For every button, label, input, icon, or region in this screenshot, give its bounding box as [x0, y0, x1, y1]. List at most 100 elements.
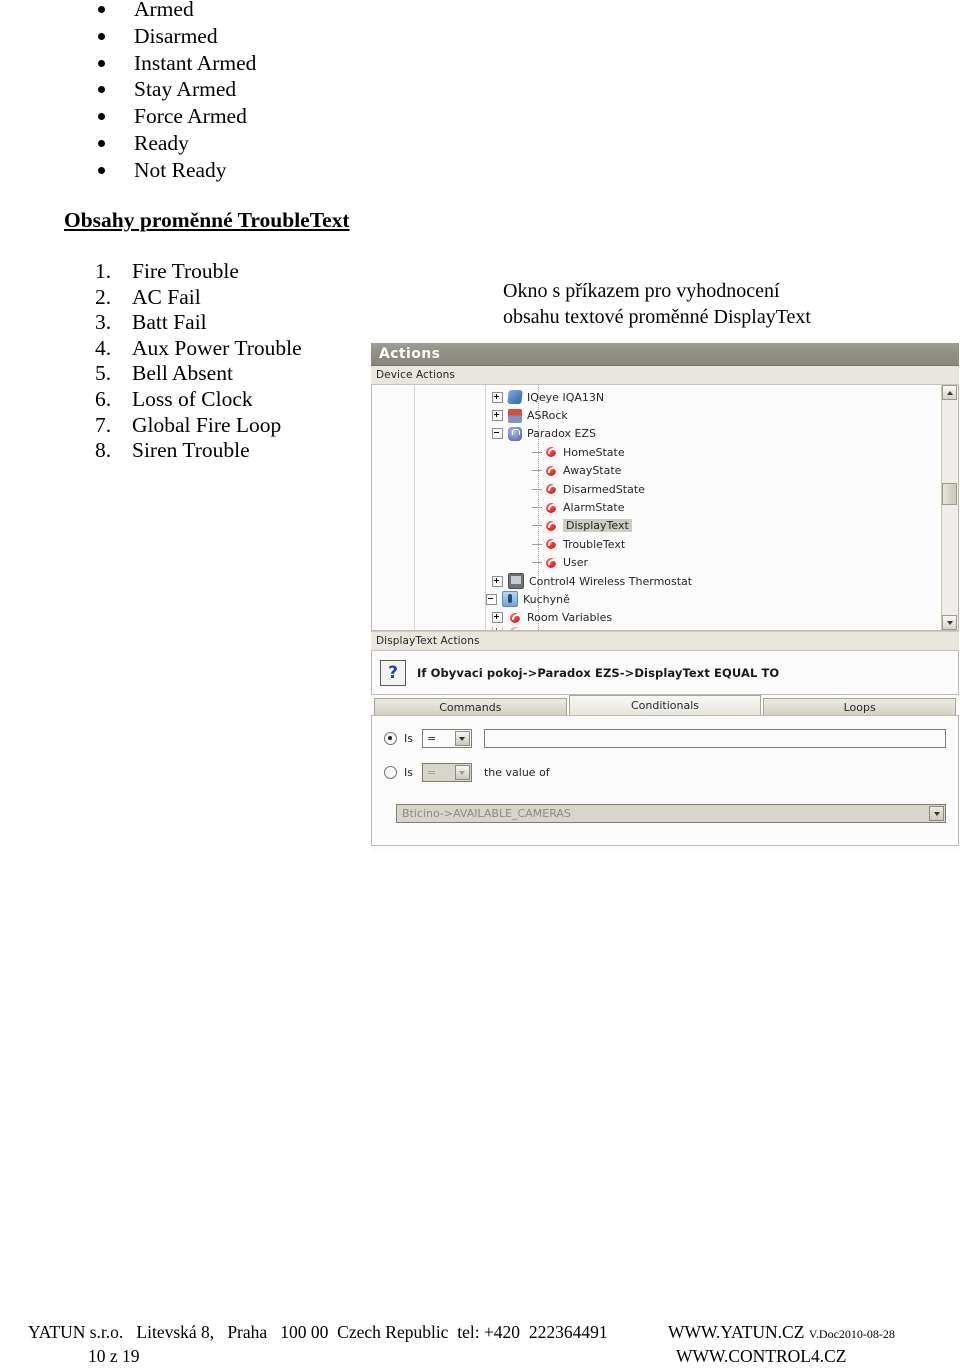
- expand-plus-icon[interactable]: [492, 612, 503, 624]
- tree-branch-line: [532, 470, 542, 472]
- scrollbar-thumb[interactable]: [942, 483, 957, 505]
- collapse-minus-icon[interactable]: [492, 428, 503, 440]
- room-icon: [502, 591, 518, 608]
- tree-item-user[interactable]: User: [486, 554, 941, 572]
- tree-item-disarmedstate[interactable]: DisarmedState: [486, 480, 941, 498]
- section-heading: Obsahy proměnné TroubleText: [64, 208, 350, 232]
- list-item-label: Siren Trouble: [132, 438, 250, 463]
- actions-window-screenshot: Actions Device Actions IQeye IQA13N ASRo…: [371, 343, 959, 851]
- variable-source-value: Bticino->AVAILABLE_CAMERAS: [402, 807, 571, 820]
- condition-option-variable[interactable]: Is = the value of: [384, 763, 946, 782]
- list-item-label: Loss of Clock: [132, 386, 253, 411]
- states-bullet-list: Armed Disarmed Instant Armed Stay Armed …: [92, 0, 256, 184]
- tree-item-troubletext[interactable]: TroubleText: [486, 535, 941, 553]
- bullet-icon: [98, 86, 105, 94]
- list-item-label: Stay Armed: [134, 77, 237, 102]
- list-item: Ready: [92, 130, 256, 157]
- list-item-label: AC Fail: [132, 284, 201, 309]
- condition-summary-row[interactable]: ? If Obyvaci pokoj->Paradox EZS->Display…: [371, 651, 959, 695]
- tab-conditionals[interactable]: Conditionals: [568, 695, 762, 715]
- tree-item-label: Kuchyně: [523, 592, 570, 606]
- tree-item-iqeye[interactable]: IQeye IQA13N: [486, 388, 941, 406]
- expand-plus-icon[interactable]: [492, 410, 503, 422]
- tree-item-label: AwayState: [563, 464, 622, 478]
- radio-variable-value[interactable]: [384, 766, 397, 779]
- expand-plus-icon[interactable]: [492, 391, 503, 403]
- footer-company: YATUN s.r.o.: [28, 1322, 124, 1342]
- list-item-number: 3.: [95, 310, 112, 335]
- list-item-label: Instant Armed: [134, 50, 257, 75]
- bullet-icon: [98, 59, 105, 67]
- tree-item-label: User: [563, 556, 589, 570]
- list-item-label: Batt Fail: [132, 310, 207, 335]
- tab-commands[interactable]: Commands: [374, 698, 567, 715]
- operator-value: =: [426, 766, 437, 779]
- document-page: Armed Disarmed Instant Armed Stay Armed …: [0, 0, 960, 1369]
- tree-item-label: Paradox EZS: [527, 427, 596, 441]
- list-item-label: Bell Absent: [132, 361, 233, 386]
- chevron-down-icon[interactable]: [929, 806, 944, 821]
- screen-icon: [508, 573, 524, 590]
- operator-select-variable[interactable]: =: [421, 763, 472, 782]
- tree-item-kuchyne[interactable]: Kuchyně: [486, 590, 941, 608]
- tree-item-paradox-ezs[interactable]: Paradox EZS: [486, 425, 941, 443]
- collapse-minus-icon[interactable]: [486, 593, 497, 605]
- option-label-is: Is: [404, 732, 413, 745]
- device-tree[interactable]: IQeye IQA13N ASRock Paradox EZS HomeStat…: [486, 385, 941, 630]
- list-item-number: 7.: [95, 412, 112, 437]
- variable-icon: [544, 537, 558, 552]
- chevron-down-icon[interactable]: [454, 731, 470, 746]
- chevron-down-icon[interactable]: [454, 765, 470, 780]
- expand-plus-icon[interactable]: [492, 627, 503, 630]
- tree-item-displaytext[interactable]: DisplayText: [486, 517, 941, 535]
- tree-item-clipped[interactable]: [486, 627, 941, 630]
- variable-icon: [544, 518, 558, 533]
- variable-icon: [544, 555, 558, 570]
- tree-item-asrock[interactable]: ASRock: [486, 406, 941, 424]
- tree-branch-line: [532, 543, 542, 545]
- footer-city: Praha: [227, 1322, 268, 1342]
- footer-web1: WWW.YATUN.CZ: [668, 1322, 805, 1342]
- tree-item-alarmstate[interactable]: AlarmState: [486, 498, 941, 516]
- list-item-label: Ready: [134, 130, 189, 155]
- tree-mid-rail: [415, 385, 486, 630]
- literal-value-input[interactable]: [483, 729, 946, 748]
- scroll-down-button[interactable]: [942, 615, 957, 630]
- tab-label: Commands: [439, 700, 502, 714]
- list-item: 1. Fire Trouble: [95, 259, 302, 285]
- scroll-up-button[interactable]: [942, 385, 957, 400]
- tree-item-homestate[interactable]: HomeState: [486, 443, 941, 461]
- list-item: 4. Aux Power Trouble: [95, 336, 302, 362]
- list-item-number: 5.: [95, 361, 112, 386]
- displaytext-actions-label: DisplayText Actions: [376, 635, 480, 647]
- triangle-down-icon: [946, 620, 953, 625]
- tree-vertical-scrollbar[interactable]: [941, 385, 958, 630]
- tree-item-label: Room Variables: [527, 611, 613, 625]
- trouble-text-numbered-list: 1. Fire Trouble 2. AC Fail 3. Batt Fail 4. A…: [95, 259, 302, 464]
- list-item-label: Force Armed: [134, 104, 247, 129]
- figure-caption-line2: obsahu textové proměnné DisplayText: [503, 306, 811, 328]
- tree-item-label: IQeye IQA13N: [527, 390, 605, 404]
- operator-select-literal[interactable]: =: [421, 729, 472, 748]
- tab-loops[interactable]: Loops: [763, 698, 957, 715]
- expand-plus-icon[interactable]: [492, 575, 503, 587]
- tree-item-label: AlarmState: [563, 501, 625, 515]
- tree-item-room-variables[interactable]: Room Variables: [486, 609, 941, 627]
- tree-item-control4-thermostat[interactable]: Control4 Wireless Thermostat: [486, 572, 941, 590]
- tree-item-awaystate[interactable]: AwayState: [486, 462, 941, 480]
- radio-literal-value[interactable]: [384, 732, 397, 745]
- list-item: 2. AC Fail: [95, 285, 302, 311]
- list-item-label: Fire Trouble: [132, 259, 239, 283]
- actions-tabstrip[interactable]: Commands Conditionals Loops: [371, 695, 959, 715]
- window-title: Actions: [379, 346, 441, 362]
- caret-glyph: [933, 811, 940, 816]
- displaytext-actions-group-label: DisplayText Actions: [371, 631, 959, 651]
- footer-tel-label: tel: +420: [457, 1322, 521, 1342]
- variable-icon: [508, 610, 522, 625]
- list-item: Instant Armed: [92, 50, 256, 77]
- bullet-icon: [98, 6, 105, 13]
- condition-option-literal[interactable]: Is =: [384, 729, 946, 748]
- tree-branch-line: [532, 525, 542, 527]
- variable-source-select[interactable]: Bticino->AVAILABLE_CAMERAS: [396, 804, 946, 823]
- list-item: Armed: [92, 0, 256, 23]
